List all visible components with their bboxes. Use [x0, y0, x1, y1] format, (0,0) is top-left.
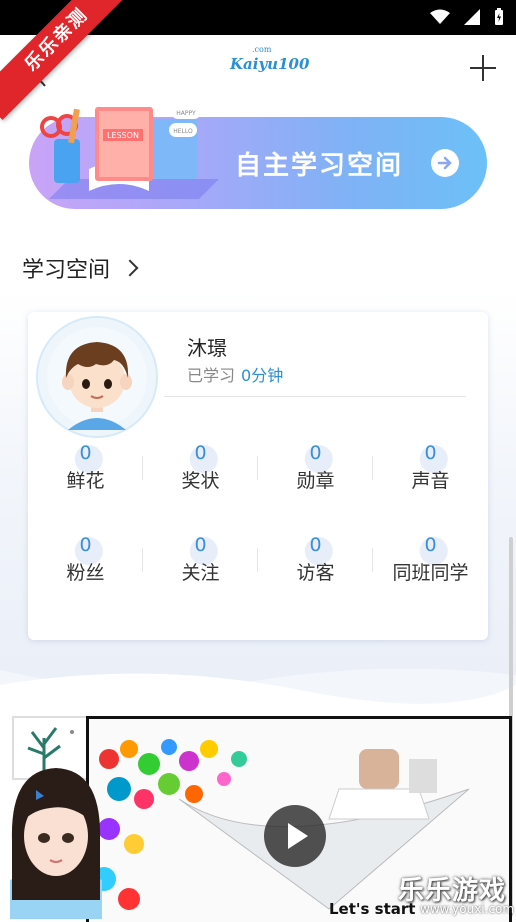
stat-label: 同班同学	[392, 562, 469, 584]
wave-decoration	[0, 668, 516, 710]
stat-value: 0	[424, 442, 437, 464]
stat-certificates[interactable]: 0 奖状	[143, 440, 258, 532]
stat-classmates[interactable]: 0 同班同学	[373, 532, 488, 624]
stat-fans[interactable]: 0 粉丝	[28, 532, 143, 624]
book-label: LESSON	[107, 131, 139, 140]
stat-value: 0	[79, 442, 92, 464]
signal-icon	[464, 9, 480, 25]
stat-value: 0	[194, 534, 207, 556]
top-bar: .com Kaiyu100	[0, 35, 516, 105]
self-study-banner[interactable]: LESSON HAPPY HELLO 自主学习空间	[29, 105, 487, 209]
stat-label: 访客	[296, 562, 335, 584]
stat-following[interactable]: 0 关注	[143, 532, 258, 624]
stat-value: 0	[309, 442, 322, 464]
study-time: 0分钟	[241, 366, 284, 385]
speech-bubble-hello: HELLO	[173, 128, 193, 135]
boy-avatar-icon	[47, 327, 147, 430]
section-title: 学习空间	[22, 258, 111, 283]
stat-label: 勋章	[296, 470, 335, 492]
profile-card: 沐璟 已学习 0分钟 0 鲜花 0 奖状 0 勋章 0 声音 0 粉丝 0 关注 0 访客 0 同…	[28, 312, 488, 640]
assistant-avatar[interactable]	[0, 760, 112, 919]
watermark-url: www.youxi.com	[420, 902, 515, 916]
stats-row: 0 鲜花 0 奖状 0 勋章 0 声音	[28, 440, 488, 532]
study-illustration: LESSON HAPPY HELLO	[40, 105, 219, 199]
battery-icon	[495, 8, 503, 25]
stat-value: 0	[194, 442, 207, 464]
stat-label: 声音	[411, 470, 450, 492]
stat-value: 0	[309, 534, 322, 556]
arrow-right-icon[interactable]	[431, 149, 459, 177]
logo-suffix: .com	[252, 45, 272, 54]
avatar[interactable]	[36, 316, 158, 438]
study-label: 已学习	[187, 366, 236, 385]
stat-label: 粉丝	[66, 562, 105, 584]
chevron-right-icon	[121, 259, 139, 277]
add-button[interactable]	[468, 53, 498, 83]
stat-visitors[interactable]: 0 访客	[258, 532, 373, 624]
stat-label: 关注	[181, 562, 220, 584]
study-duration: 已学习 0分钟	[187, 362, 283, 386]
speech-bubble-happy: HAPPY	[176, 110, 196, 117]
stat-flowers[interactable]: 0 鲜花	[28, 440, 143, 532]
stat-medals[interactable]: 0 勋章	[258, 440, 373, 532]
play-icon[interactable]	[264, 805, 326, 867]
study-space-link[interactable]: 学习空间	[22, 252, 139, 284]
stat-value: 0	[424, 534, 437, 556]
stats-row: 0 粉丝 0 关注 0 访客 0 同班同学	[28, 532, 488, 624]
stats-grid: 0 鲜花 0 奖状 0 勋章 0 声音 0 粉丝 0 关注 0 访客 0 同班同学	[28, 440, 488, 624]
wifi-icon	[430, 9, 450, 24]
stat-voice[interactable]: 0 声音	[373, 440, 488, 532]
user-name: 沐璟	[187, 336, 227, 360]
banner-title: 自主学习空间	[235, 151, 404, 181]
divider	[164, 396, 466, 397]
stat-value: 0	[79, 534, 92, 556]
stat-label: 奖状	[181, 470, 220, 492]
logo-text: Kaiyu100	[230, 55, 310, 73]
stat-label: 鲜花	[66, 470, 105, 492]
